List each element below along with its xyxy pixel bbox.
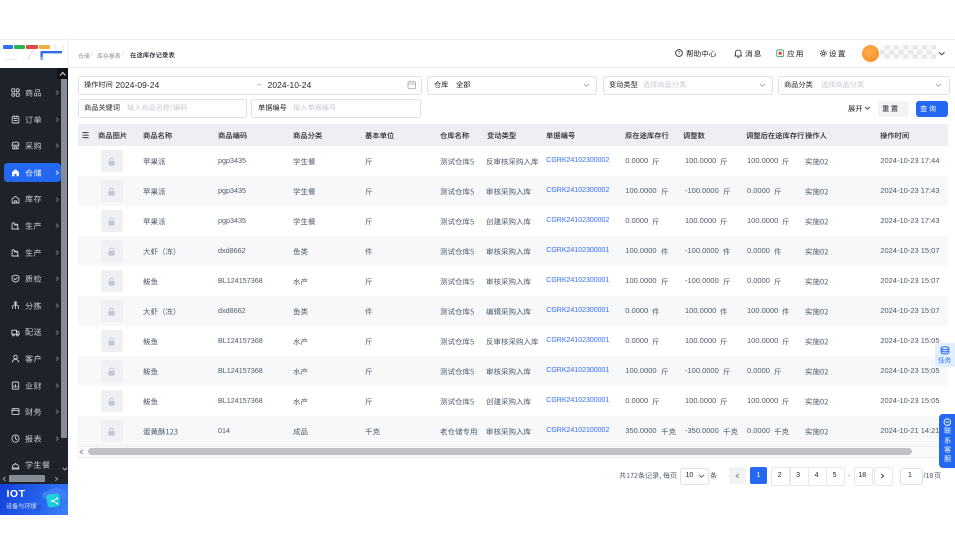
svg-text:?: ? <box>678 51 681 57</box>
